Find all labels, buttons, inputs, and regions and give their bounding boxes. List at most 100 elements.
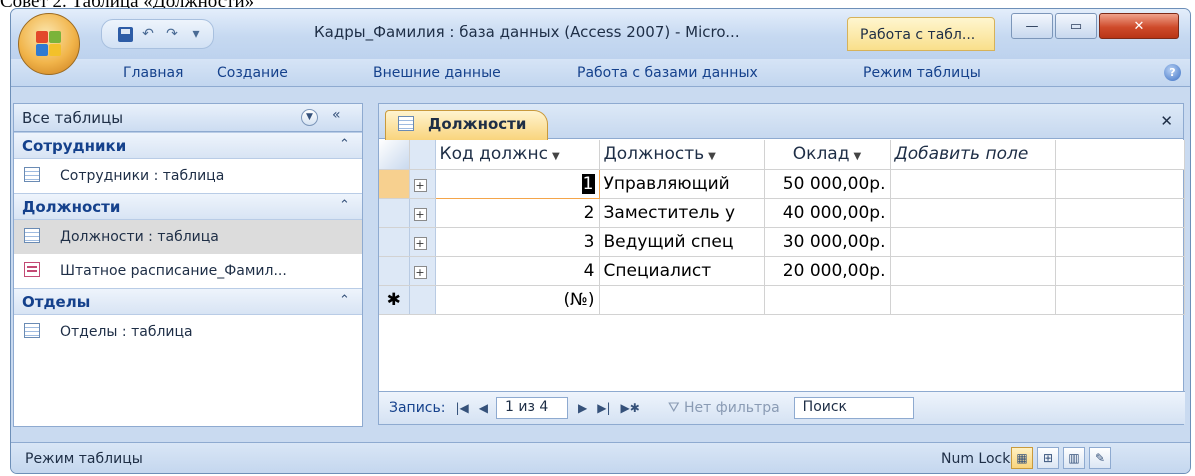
customize-toolbar-icon[interactable]: ▾ xyxy=(187,26,205,42)
nav-menu-dropdown-icon[interactable]: ▼ xyxy=(301,109,318,126)
cell-salary[interactable] xyxy=(764,285,891,315)
cell-salary[interactable]: 20 000,00р. xyxy=(764,256,891,286)
cell-position[interactable]: Ведущий спец xyxy=(599,227,765,257)
expand-plus-icon[interactable]: + xyxy=(413,265,427,279)
undo-icon[interactable]: ↶ xyxy=(139,26,157,42)
maximize-button[interactable]: ▭ xyxy=(1055,13,1097,39)
cell-position[interactable]: Управляющий xyxy=(599,169,765,199)
cell-code[interactable]: 2 xyxy=(435,198,600,228)
minimize-button[interactable]: — xyxy=(1011,13,1053,39)
document-area: Должности ✕ Код должнс ▼ Должность ▼ Оклад… xyxy=(378,103,1185,425)
tab-database-tools[interactable]: Работа с базами данных xyxy=(577,65,758,81)
column-header-label: Должность xyxy=(603,144,705,165)
close-document-icon[interactable]: ✕ xyxy=(1160,112,1173,130)
pivot-table-view-icon[interactable]: ⊞ xyxy=(1037,447,1059,469)
title-bar: ↶ ↷ ▾ Кадры_Фамилия : база данных (Acces… xyxy=(11,9,1190,59)
collapse-pane-icon[interactable]: « xyxy=(332,107,341,123)
expand-plus-icon[interactable]: + xyxy=(413,236,427,250)
first-record-icon[interactable]: |◀ xyxy=(455,401,468,415)
table-row[interactable]: + 3 Ведущий спец 30 000,00р. xyxy=(379,227,1185,257)
expand-cell[interactable]: + xyxy=(409,227,436,257)
table-row[interactable]: + 1 Управляющий 50 000,00р. xyxy=(379,168,1185,199)
column-header-position[interactable]: Должность ▼ xyxy=(599,140,765,170)
new-record-icon[interactable]: ▶✱ xyxy=(621,401,640,415)
tab-datasheet[interactable]: Режим таблицы xyxy=(863,65,981,81)
help-icon[interactable]: ? xyxy=(1164,64,1181,81)
nav-pane-header[interactable]: Все таблицы ▼ « xyxy=(14,104,362,132)
window-title: Кадры_Фамилия : база данных (Access 2007… xyxy=(314,23,740,41)
nav-item-positions-table[interactable]: Должности : таблица xyxy=(14,220,362,254)
header-row: Код должнс ▼ Должность ▼ Оклад ▼ Добавить п… xyxy=(379,140,1185,170)
nav-item-staffing-form[interactable]: Штатное расписание_Фамил... xyxy=(14,254,362,288)
status-bar: Режим таблицы Num Lock ▦ ⊞ ▥ ✎ xyxy=(11,442,1190,473)
cell-empty xyxy=(1055,256,1185,286)
next-record-icon[interactable]: ▶ xyxy=(578,401,587,415)
tab-create[interactable]: Создание xyxy=(217,65,288,81)
sort-dropdown-icon[interactable]: ▼ xyxy=(853,151,861,162)
sort-dropdown-icon[interactable]: ▼ xyxy=(708,151,716,162)
redo-icon[interactable]: ↷ xyxy=(163,26,181,42)
pivot-chart-view-icon[interactable]: ▥ xyxy=(1063,447,1085,469)
cell-salary[interactable]: 50 000,00р. xyxy=(764,169,891,199)
expand-cell[interactable]: + xyxy=(409,169,436,199)
design-view-icon[interactable]: ✎ xyxy=(1089,447,1111,469)
cell-add-field[interactable] xyxy=(890,169,1056,199)
nav-item-label: Должности : таблица xyxy=(60,229,219,245)
previous-record-icon[interactable]: ◀ xyxy=(479,401,488,415)
column-header-salary[interactable]: Оклад ▼ xyxy=(764,140,891,170)
expand-cell[interactable]: + xyxy=(409,256,436,286)
close-window-button[interactable]: ✕ xyxy=(1099,13,1179,39)
column-header-add-field[interactable]: Добавить поле xyxy=(890,140,1056,170)
save-icon[interactable] xyxy=(118,26,133,42)
select-all-corner[interactable] xyxy=(379,140,410,170)
record-selector[interactable] xyxy=(379,256,410,286)
cell-code-new[interactable]: (№) xyxy=(435,285,600,315)
cell-code[interactable]: 1 xyxy=(434,168,600,199)
navigation-pane: Все таблицы ▼ « Сотрудники ⌃ Сотрудники … xyxy=(13,103,363,427)
cell-add-field[interactable] xyxy=(890,256,1056,286)
tab-external-data[interactable]: Внешние данные xyxy=(373,65,501,81)
table-icon xyxy=(24,167,40,182)
sort-dropdown-icon[interactable]: ▼ xyxy=(552,151,560,162)
nav-group-employees[interactable]: Сотрудники ⌃ xyxy=(14,132,362,159)
new-record-row[interactable]: ✱ (№) xyxy=(379,285,1185,315)
cell-position[interactable] xyxy=(599,285,765,315)
nav-item-departments-table[interactable]: Отделы : таблица xyxy=(14,315,362,349)
search-input[interactable]: Поиск xyxy=(793,397,914,419)
cell-position[interactable]: Заместитель у xyxy=(599,198,765,228)
record-selector[interactable] xyxy=(379,198,410,228)
tab-positions-document[interactable]: Должности xyxy=(385,110,548,140)
cell-empty xyxy=(1055,169,1185,199)
context-tab-table-tools[interactable]: Работа с табл... xyxy=(847,17,995,51)
expand-cell[interactable]: + xyxy=(409,198,436,228)
datasheet-view-icon[interactable]: ▦ xyxy=(1011,447,1033,469)
column-header-label: Добавить поле xyxy=(894,144,1029,165)
last-record-icon[interactable]: ▶| xyxy=(597,401,610,415)
cell-salary[interactable]: 40 000,00р. xyxy=(764,198,891,228)
maximize-icon: ▭ xyxy=(1069,18,1083,34)
nav-group-positions[interactable]: Должности ⌃ xyxy=(14,193,362,220)
record-counter-input[interactable]: 1 из 4 xyxy=(496,397,568,419)
table-row[interactable]: + 4 Специалист 20 000,00р. xyxy=(379,256,1185,286)
tab-home[interactable]: Главная xyxy=(123,65,183,81)
nav-item-label: Штатное расписание_Фамил... xyxy=(60,263,287,279)
cell-add-field[interactable] xyxy=(890,227,1056,257)
nav-item-employees-table[interactable]: Сотрудники : таблица xyxy=(14,159,362,193)
cell-code[interactable]: 4 xyxy=(435,256,600,286)
cell-add-field[interactable] xyxy=(890,198,1056,228)
record-selector[interactable] xyxy=(379,227,410,257)
column-header-code[interactable]: Код должнс ▼ xyxy=(435,140,600,170)
table-row[interactable]: + 2 Заместитель у 40 000,00р. xyxy=(379,198,1185,228)
record-selector[interactable] xyxy=(379,169,410,199)
cell-add-field[interactable] xyxy=(890,285,1056,315)
access-window: ↶ ↷ ▾ Кадры_Фамилия : база данных (Acces… xyxy=(10,8,1191,474)
no-filter-button[interactable]: ⛛ Нет фильтра xyxy=(668,400,780,416)
office-button[interactable] xyxy=(18,13,80,75)
column-header-label: Код должнс xyxy=(439,144,548,165)
nav-group-departments[interactable]: Отделы ⌃ xyxy=(14,288,362,315)
cell-salary[interactable]: 30 000,00р. xyxy=(764,227,891,257)
expand-plus-icon[interactable]: + xyxy=(413,178,427,192)
cell-code[interactable]: 3 xyxy=(435,227,600,257)
cell-position[interactable]: Специалист xyxy=(599,256,765,286)
expand-plus-icon[interactable]: + xyxy=(413,207,427,221)
